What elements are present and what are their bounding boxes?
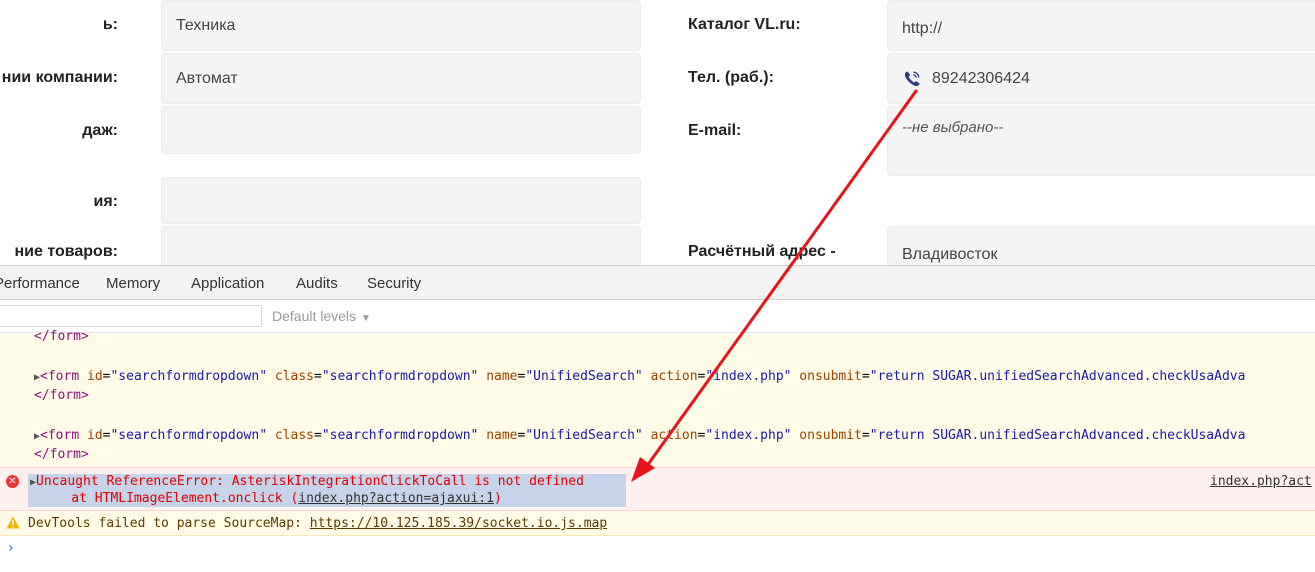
field-label-2: нии компании: — [1, 69, 118, 86]
field-value-1-text: Техника — [176, 16, 236, 34]
tab-performance[interactable]: Performance — [0, 275, 80, 292]
attr-value: "searchformdropdown" — [321, 369, 479, 384]
attr-value: "searchformdropdown" — [110, 428, 268, 443]
field-value-1[interactable]: Техника — [161, 0, 641, 51]
sourcemap-link[interactable]: https://10.125.185.39/socket.io.js.map — [310, 516, 607, 531]
catalog-label: Каталог VL.ru: — [688, 16, 801, 33]
field-label-5: ние товаров: — [14, 243, 118, 260]
warning-icon — [6, 516, 20, 529]
error-source-link[interactable]: index.php?act — [1210, 474, 1312, 490]
console-error-entry[interactable]: ✕ ▶Uncaught ReferenceError: AsteriskInte… — [0, 467, 1315, 511]
chevron-down-icon: ▼ — [361, 313, 371, 324]
attr-value: "return SUGAR.unifiedSearchAdvanced.chec… — [869, 428, 1246, 443]
email-value: --не выбрано-- — [902, 119, 1004, 136]
field-label-4: ия: — [93, 193, 119, 210]
console-line-close-form-2: </form> — [34, 388, 89, 403]
tab-application[interactable]: Application — [191, 275, 264, 292]
catalog-value: http:// — [902, 19, 943, 37]
field-value-3[interactable] — [161, 106, 641, 154]
tab-security[interactable]: Security — [367, 275, 421, 292]
console-prompt-icon[interactable]: › — [8, 540, 14, 556]
stack-suffix: ) — [493, 491, 502, 506]
field-label-3: дaж: — [82, 122, 118, 139]
email-field[interactable]: --не выбрано-- — [887, 106, 1315, 176]
email-label: E-mail: — [688, 122, 742, 139]
console-toolbar: Default levels ▼ — [0, 300, 1315, 333]
field-label-1: ь: — [102, 16, 118, 33]
error-message-line: ▶Uncaught ReferenceError: AsteriskIntegr… — [30, 474, 584, 491]
attr-name: class — [274, 428, 314, 443]
attr-name: name — [486, 369, 518, 384]
phone-field: 89242306424 — [887, 53, 1315, 104]
log-levels-dropdown[interactable]: Default levels ▼ — [272, 308, 371, 324]
console-line-close-form-3: </form> — [34, 447, 89, 462]
console-warning-entry[interactable]: DevTools failed to parse SourceMap: http… — [0, 511, 1315, 536]
record-detail-form: ь: нии компании: дaж: ия: ние товаров: Т… — [0, 0, 1315, 265]
phone-label: Тел. (раб.): — [688, 69, 774, 86]
console-filter-input[interactable] — [0, 305, 262, 327]
attr-value: "UnifiedSearch" — [525, 369, 643, 384]
attr-value: "index.php" — [705, 428, 792, 443]
field-value-2[interactable]: Автомат — [161, 53, 641, 104]
console-line-form-2[interactable]: ▶<form id="searchformdropdown" class="se… — [34, 369, 1245, 386]
attr-value: "searchformdropdown" — [110, 369, 268, 384]
billing-address-field[interactable]: Владивосток — [887, 226, 1315, 265]
catalog-field[interactable]: http:// — [887, 0, 1315, 51]
field-value-2-text: Автомат — [176, 69, 238, 87]
console-output: </form> ▶<form id="searchformdropdown" c… — [0, 329, 1315, 572]
form-tag: <form — [40, 428, 80, 443]
devtools-panel: Performance Memory Application Audits Se… — [0, 265, 1315, 572]
tab-audits[interactable]: Audits — [296, 275, 338, 292]
stack-prefix: at HTMLImageElement.onclick ( — [40, 491, 299, 506]
console-log-group: </form> ▶<form id="searchformdropdown" c… — [0, 329, 1315, 467]
field-value-4[interactable] — [161, 177, 641, 224]
devtools-tab-bar: Performance Memory Application Audits Se… — [0, 266, 1315, 300]
form-tag: <form — [40, 369, 80, 384]
attr-value: "searchformdropdown" — [321, 428, 479, 443]
warning-message: DevTools failed to parse SourceMap: — [28, 516, 310, 531]
log-levels-label: Default levels — [272, 308, 357, 324]
attr-name: class — [274, 369, 314, 384]
error-message: Uncaught ReferenceError: AsteriskIntegra… — [36, 474, 584, 489]
billing-address-value: Владивосток — [902, 245, 998, 263]
attr-value: "index.php" — [705, 369, 792, 384]
warning-line: DevTools failed to parse SourceMap: http… — [28, 516, 607, 532]
field-value-5[interactable] — [161, 226, 641, 265]
attr-name: id — [87, 369, 103, 384]
error-icon: ✕ — [6, 475, 19, 488]
console-line-form-3[interactable]: ▶<form id="searchformdropdown" class="se… — [34, 428, 1245, 445]
attr-name: action — [650, 369, 698, 384]
phone-call-icon[interactable] — [902, 69, 922, 89]
attr-value: "UnifiedSearch" — [525, 428, 643, 443]
error-stack-line: at HTMLImageElement.onclick (index.php?a… — [40, 491, 502, 507]
console-line-close-form-1: </form> — [34, 329, 89, 344]
attr-name: id — [87, 428, 103, 443]
billing-address-label: Расчётный адрес - — [688, 243, 836, 260]
attr-name: onsubmit — [799, 428, 862, 443]
attr-name: action — [650, 428, 698, 443]
attr-name: onsubmit — [799, 369, 862, 384]
attr-value: "return SUGAR.unifiedSearchAdvanced.chec… — [869, 369, 1246, 384]
attr-name: name — [486, 428, 518, 443]
tab-memory[interactable]: Memory — [106, 275, 160, 292]
phone-value: 89242306424 — [932, 69, 1030, 87]
stack-source-link[interactable]: index.php?action=ajaxui:1 — [298, 491, 494, 506]
